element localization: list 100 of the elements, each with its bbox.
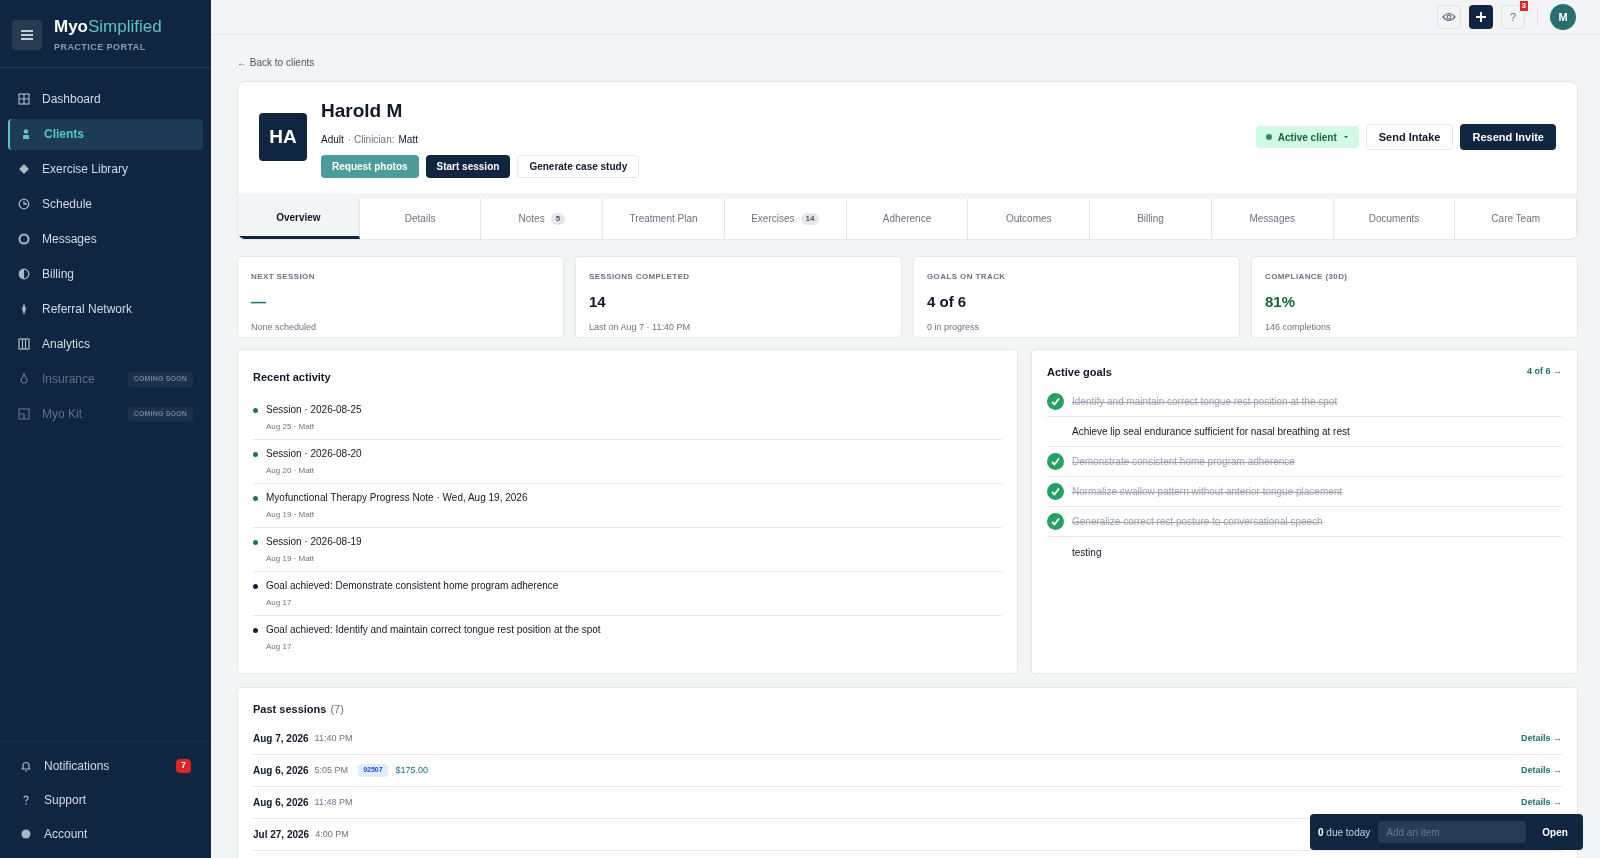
- bell-icon: [20, 760, 32, 772]
- details-link[interactable]: Details →: [1521, 795, 1562, 810]
- session-time: 4:00 PM: [315, 827, 349, 841]
- goal-text: Demonstrate consistent home program adherence: [1072, 455, 1295, 469]
- activity-title: Session · 2026-08-20: [266, 446, 362, 461]
- activity-title: Session · 2026-08-19: [266, 534, 362, 549]
- help-count-badge: 3: [1519, 1, 1528, 11]
- status-dropdown[interactable]: Active client: [1255, 126, 1359, 149]
- nav-item[interactable]: Exercise Library: [8, 153, 203, 185]
- goal-text: Normalize swallow pattern without anterior tongue placement: [1072, 485, 1343, 499]
- nav-item[interactable]: Clients: [8, 118, 203, 150]
- session-time: 11:40 PM: [314, 731, 353, 745]
- client-age-group: Adult: [321, 131, 344, 147]
- activity-meta: Aug 17: [266, 640, 293, 653]
- action-button[interactable]: Send Intake: [1365, 124, 1454, 151]
- add-button[interactable]: [1469, 5, 1493, 29]
- clinician-label: · Clinician:: [347, 132, 395, 147]
- tab[interactable]: Care Team: [1455, 198, 1577, 239]
- tab[interactable]: Overview: [238, 198, 360, 239]
- open-button[interactable]: Open: [1534, 824, 1576, 840]
- brand-subtitle: PRACTICE PORTAL: [54, 41, 147, 55]
- stat-note: Last on Aug 7 · 11:40 PM: [589, 321, 691, 334]
- tab[interactable]: Outcomes: [968, 198, 1091, 239]
- tab[interactable]: Treatment Plan: [603, 198, 725, 239]
- activity-meta: Aug 19 · Matt: [266, 552, 316, 565]
- action-button[interactable]: Start session: [425, 154, 511, 178]
- clinician-name: Matt: [398, 132, 418, 147]
- tab[interactable]: Adherence: [846, 198, 969, 239]
- stat-note: None scheduled: [251, 321, 318, 334]
- nav-item[interactable]: Billing: [8, 258, 203, 290]
- nav-item[interactable]: Notifications 7: [8, 754, 203, 778]
- panel-title: Past sessions: [253, 701, 327, 717]
- stat-value: —: [251, 291, 267, 312]
- session-amount: $175.00: [395, 763, 429, 777]
- grid-icon: [18, 93, 30, 106]
- columns-icon: [18, 338, 30, 351]
- stat-note: 0 in progress: [927, 321, 981, 334]
- back-link[interactable]: ← Back to clients: [227, 55, 1578, 70]
- nav-item[interactable]: Schedule: [8, 188, 203, 220]
- stat-value: 4 of 6: [927, 291, 968, 312]
- details-link[interactable]: Details →: [1521, 731, 1562, 746]
- person-icon: [20, 128, 32, 141]
- notification-count: 7: [176, 759, 191, 773]
- tab[interactable]: Messages: [1211, 198, 1334, 239]
- session-time: 5:05 PM: [314, 763, 349, 777]
- goal-text: Generalize correct rest posture to conversational speech: [1072, 515, 1323, 529]
- plus-icon: [1476, 12, 1486, 22]
- activity-title: Goal achieved: Identify and maintain correct tongue rest position at the spot: [266, 622, 601, 637]
- brand-logo: MyoSimplified: [54, 16, 162, 38]
- nav-item[interactable]: Referral Network: [8, 293, 203, 325]
- dot-icon: [20, 828, 32, 840]
- caret-icon: [1342, 135, 1349, 140]
- goal-text: testing: [1072, 545, 1102, 560]
- session-count: (7): [330, 701, 344, 717]
- activity-meta: Aug 17: [266, 596, 293, 609]
- count-badge: 14: [800, 212, 820, 225]
- stat-label: SESSIONS COMPLETED: [589, 270, 691, 283]
- action-button[interactable]: Resend Invite: [1460, 124, 1556, 151]
- stat-value: 81%: [1265, 291, 1297, 312]
- activity-title: Goal achieved: Demonstrate consistent home program adherence: [266, 578, 559, 593]
- tab[interactable]: Notes 5: [481, 198, 604, 239]
- count-badge: 5: [550, 212, 566, 225]
- session-time: 11:48 PM: [314, 795, 353, 809]
- session-date: Aug 7, 2026: [253, 732, 309, 746]
- action-button[interactable]: Generate case study: [517, 154, 640, 178]
- session-date: Aug 6, 2026: [253, 764, 309, 778]
- square-icon: [18, 408, 30, 421]
- goals-link[interactable]: 4 of 6 →: [1527, 365, 1562, 379]
- user-avatar[interactable]: M: [1550, 4, 1576, 30]
- client-avatar: HA: [259, 113, 307, 162]
- stat-label: GOALS ON TRACK: [927, 270, 1007, 283]
- preview-button[interactable]: [1437, 5, 1461, 29]
- activity-meta: Aug 25 · Matt: [266, 420, 316, 433]
- due-count: 0 due today: [1318, 825, 1371, 840]
- nav-item[interactable]: Account: [8, 822, 203, 846]
- panel-title: Recent activity: [253, 370, 331, 383]
- tab[interactable]: Exercises 14: [724, 198, 847, 239]
- tab[interactable]: Billing: [1090, 198, 1212, 239]
- tab[interactable]: Documents: [1333, 198, 1456, 239]
- stat-label: COMPLIANCE (30D): [1265, 270, 1349, 283]
- diamond-icon: [18, 163, 30, 176]
- panel-title: Active goals: [1047, 364, 1112, 380]
- nav-item[interactable]: Support: [8, 788, 203, 812]
- activity-title: Myofunctional Therapy Progress Note · Wed, Aug 19, 2026: [266, 490, 528, 505]
- nav-item[interactable]: Dashboard: [8, 83, 203, 115]
- client-name: Harold M: [321, 99, 404, 123]
- details-link[interactable]: Details →: [1521, 763, 1562, 778]
- drop-icon: [18, 373, 30, 386]
- menu-button[interactable]: [12, 20, 42, 51]
- tab[interactable]: Details: [359, 198, 482, 239]
- goal-text: Achieve lip seal endurance sufficient for nasal breathing at rest: [1072, 425, 1350, 439]
- nav-item[interactable]: Analytics: [8, 328, 203, 360]
- nav-item[interactable]: Messages: [8, 223, 203, 255]
- stat-value: 14: [589, 291, 607, 312]
- ring-icon: [18, 233, 30, 246]
- session-date: Aug 6, 2026: [253, 796, 309, 810]
- activity-meta: Aug 19 · Matt: [266, 508, 316, 521]
- eye-icon: [1442, 12, 1456, 22]
- activity-meta: Aug 20 · Matt: [266, 464, 316, 477]
- stat-label: NEXT SESSION: [251, 270, 316, 283]
